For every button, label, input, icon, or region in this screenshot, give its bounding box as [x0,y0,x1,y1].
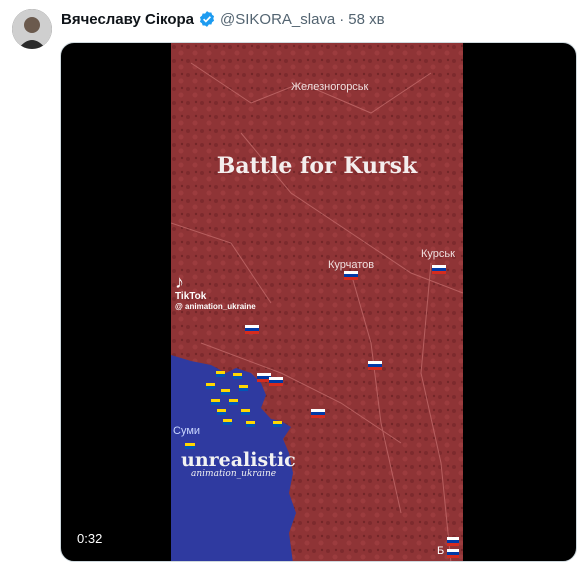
overlay-caption: unrealistic animation_ukraine [181,449,296,479]
russian-flag-icon [432,265,446,274]
tweet: Вячеславу Сікора @SIKORA_slava · 58 хв Ж… [0,0,587,564]
author-name[interactable]: Вячеславу Сікора [61,11,194,28]
russian-flag-icon [447,537,459,546]
ukrainian-flag-icon [211,399,220,405]
russian-flag-icon [245,325,259,334]
tiktok-brand: TikTok [175,291,207,302]
ukrainian-flag-icon [217,409,226,415]
tweet-time[interactable]: 58 хв [348,11,384,28]
city-label-cut: Б [437,545,445,557]
city-label-kursk: Курськ [421,248,455,260]
tiktok-watermark: ♪ TikTok @ animation_ukraine [175,273,256,311]
ukrainian-flag-icon [246,421,255,427]
ukrainian-flag-icon [216,371,225,377]
ukrainian-flag-icon [206,383,215,389]
city-label-sumy: Суми [173,425,201,437]
avatar[interactable] [12,9,52,49]
russian-flag-icon [269,377,283,386]
tiktok-handle: @ animation_ukraine [175,302,256,311]
russian-flag-icon [368,361,382,370]
ukrainian-flag-icon [273,421,282,427]
ukrainian-flag-icon [229,399,238,405]
video-player[interactable]: Железногорськ Battle for Kursk Курчатов … [60,42,577,562]
ukrainian-flag-icon [241,409,250,415]
video-frame[interactable]: Железногорськ Battle for Kursk Курчатов … [171,43,463,561]
video-title: Battle for Kursk [216,153,418,179]
separator-dot: · [339,10,345,28]
ukrainian-flag-icon [233,373,242,379]
ukrainian-flag-icon [239,385,248,391]
tweet-header: Вячеславу Сікора @SIKORA_slava · 58 хв [61,9,385,29]
verified-badge-icon [198,10,216,28]
city-label-zheleznogorsk: Железногорськ [291,81,369,93]
tiktok-logo-icon: ♪ [175,272,184,292]
russian-flag-icon [344,271,358,280]
ukrainian-flag-icon [223,419,232,425]
city-label-kurchatov: Курчатов [328,259,375,271]
video-timestamp: 0:32 [73,529,107,548]
russian-flag-icon [447,549,459,558]
author-handle[interactable]: @SIKORA_slava [220,11,335,28]
russian-flag-icon [257,373,271,382]
overlay-big-text: unrealistic [181,449,296,471]
russian-flag-icon [311,409,325,418]
ukrainian-flag-icon [221,389,230,395]
